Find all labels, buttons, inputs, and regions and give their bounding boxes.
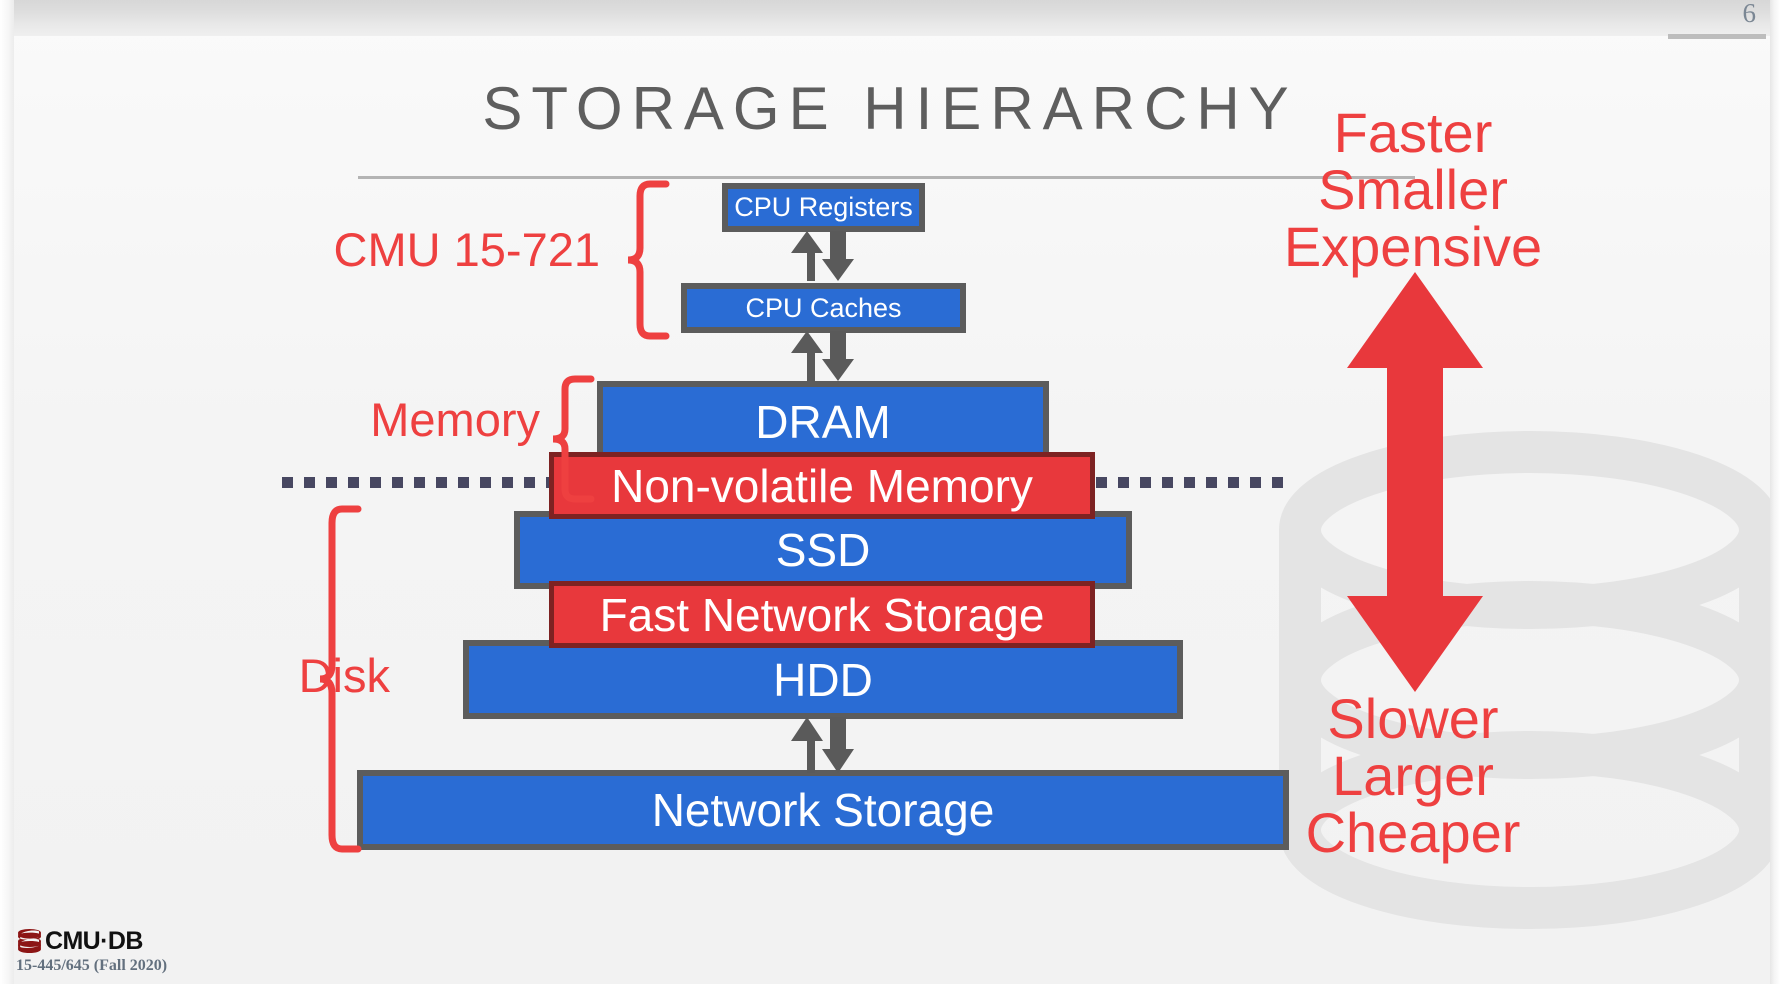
speed-size-cost-arrow-icon [1347,272,1483,692]
scale-bottom-line-2: Larger [1332,744,1494,808]
page-number-rule [1668,34,1766,39]
database-cylinder-icon [18,929,41,953]
level-label: CPU Caches [745,292,902,323]
level-label: SSD [775,524,871,576]
slide-right-edge [1770,0,1780,984]
scale-caption-bottom: Slower Larger Cheaper [1258,690,1568,861]
level-box-cpu-caches[interactable]: CPU Caches [681,283,966,333]
scale-top-line-3: Expensive [1283,215,1543,279]
scale-bottom-line-3: Cheaper [1305,801,1521,865]
footer-branding: CMU·DB 15-445/645 (Fall 2020) [16,928,167,974]
scale-caption-top: Faster Smaller Expensive [1258,104,1568,275]
title-underline [358,176,1415,179]
brace-cmu-15-721 [627,180,670,340]
slide-header-band [0,0,1780,36]
level-box-network-storage[interactable]: Network Storage [357,770,1289,850]
scale-bottom-line-1: Slower [1327,687,1499,750]
scale-top-line-2: Smaller [1318,158,1508,222]
brace-label-cmu-15-721: CMU 15-721 [333,223,600,276]
level-box-dram[interactable]: DRAM [597,381,1049,462]
brace-label-memory: Memory [370,393,540,446]
slide-canvas: 6 STORAGE HIERARCHY CPU Registers CPU Ca… [0,0,1780,984]
course-label: 15-445/645 (Fall 2020) [16,957,168,974]
cmudb-logo-text: CMU·DB [45,927,143,955]
level-label: Fast Network Storage [599,588,1045,641]
level-label: HDD [773,653,873,706]
level-box-non-volatile-memory[interactable]: Non-volatile Memory [549,452,1095,519]
arrow-caches-dram [791,331,854,381]
slide-left-edge [0,0,14,984]
level-label: Non-volatile Memory [611,459,1033,512]
brace-memory [552,375,595,503]
cmudb-logo[interactable]: CMU·DB [16,928,167,955]
level-box-hdd[interactable]: HDD [463,640,1183,719]
level-label: DRAM [755,395,891,448]
scale-top-line-1: Faster [1333,101,1493,164]
level-box-fast-network-storage[interactable]: Fast Network Storage [549,581,1095,648]
page-number: 6 [1742,0,1757,28]
level-label: CPU Registers [734,192,913,222]
level-label: Network Storage [651,784,995,836]
arrow-registers-caches [791,231,854,281]
brace-disk [319,505,362,853]
level-box-ssd[interactable]: SSD [514,511,1132,589]
arrow-hdd-network-storage [791,717,854,773]
level-box-cpu-registers[interactable]: CPU Registers [722,183,925,232]
